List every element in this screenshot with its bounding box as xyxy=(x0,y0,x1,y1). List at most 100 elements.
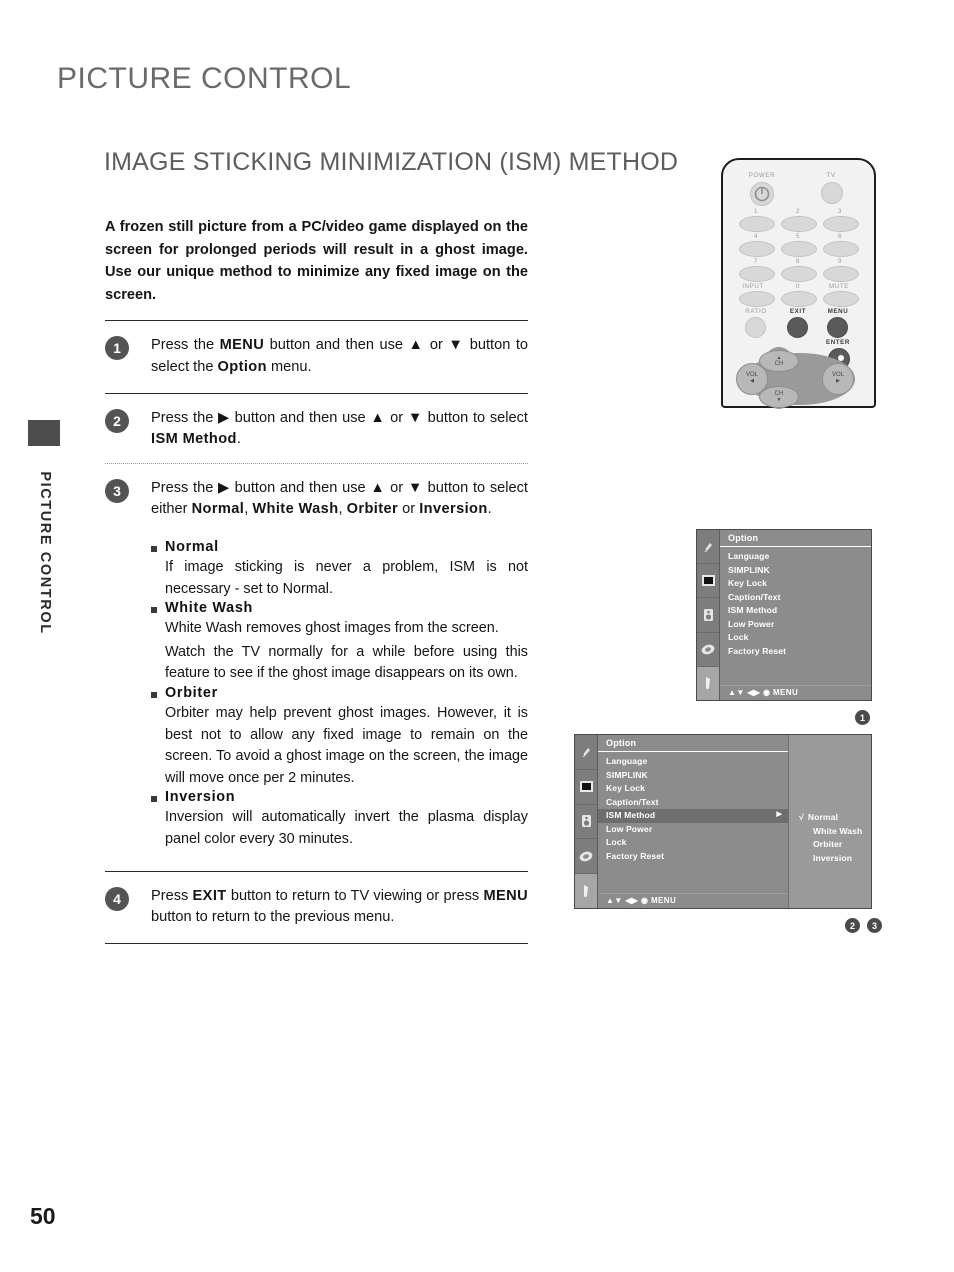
osd2-item-low-power[interactable]: Low Power xyxy=(606,823,788,837)
osd1-footer-hints: ▲▼ ◀▶ ◉ MENU xyxy=(720,685,871,700)
remote-ratio-label: RATIO xyxy=(745,308,767,315)
remote-ratio-button[interactable] xyxy=(745,317,766,338)
remote-key-9-label: 9 xyxy=(837,258,843,265)
osd1-item-caption-text[interactable]: Caption/Text xyxy=(728,591,871,605)
remote-exit-label: EXIT xyxy=(789,308,807,315)
osd1-item-ism-method[interactable]: ISM Method xyxy=(728,604,871,618)
remote-key-0[interactable] xyxy=(781,291,817,307)
mode-inversion-heading: Inversion xyxy=(151,789,528,805)
osd2-submenu-inversion[interactable]: Inversion xyxy=(799,852,862,866)
osd2-main: Option Language SIMPLINK Key Lock Captio… xyxy=(598,735,788,908)
remote-key-1[interactable] xyxy=(739,216,775,232)
remote-input-button[interactable] xyxy=(739,291,775,307)
osd1-step-marker-1: 1 xyxy=(855,710,870,725)
osd1-item-simplink[interactable]: SIMPLINK xyxy=(728,564,871,578)
chevron-right-icon: ▶ xyxy=(776,811,782,819)
remote-key-2[interactable] xyxy=(781,216,817,232)
picture-screen-icon[interactable] xyxy=(697,564,719,599)
checkmark-icon: √ xyxy=(799,812,804,822)
remote-exit-button[interactable] xyxy=(787,317,808,338)
remote-key-9[interactable] xyxy=(823,266,859,282)
remote-key-7[interactable] xyxy=(739,266,775,282)
mode-normal-heading: Normal xyxy=(151,539,528,555)
mode-white-wash-heading: White Wash xyxy=(151,600,528,616)
step-3-text: Press the ▶ button and then use ▲ or ▼ b… xyxy=(151,479,528,518)
osd2-footer-hints: ▲▼ ◀▶ ◉ MENU xyxy=(598,893,788,908)
option-tool-icon-2[interactable] xyxy=(575,874,597,908)
remote-control-illustration: POWER TV 1 2 3 4 5 6 7 8 9 INPUT 0 MUTE … xyxy=(721,158,876,409)
osd1-item-language[interactable]: Language xyxy=(728,550,871,564)
osd2-step-marker-2: 2 xyxy=(845,918,860,933)
osd2-icon-rail xyxy=(575,735,598,908)
remote-mute-button[interactable] xyxy=(823,291,859,307)
osd2-item-caption-text[interactable]: Caption/Text xyxy=(606,796,788,810)
divider-step-1-2 xyxy=(105,392,528,394)
remote-key-6-label: 6 xyxy=(837,233,843,240)
remote-key-7-label: 7 xyxy=(753,258,759,265)
osd1-item-lock[interactable]: Lock xyxy=(728,631,871,645)
osd1-item-factory-reset[interactable]: Factory Reset xyxy=(728,645,871,659)
remote-key-8[interactable] xyxy=(781,266,817,282)
divider-step-4-top xyxy=(105,870,528,872)
option-tool-icon[interactable] xyxy=(697,666,719,701)
osd2-step-marker-row: 2 3 xyxy=(845,918,882,933)
remote-key-3-label: 3 xyxy=(837,208,843,215)
step-2: 2 Press the ▶ button and then use ▲ or ▼… xyxy=(105,408,528,451)
mode-normal-text: If image sticking is never a problem, IS… xyxy=(165,559,528,597)
antenna-icon-2[interactable] xyxy=(575,735,597,770)
osd2-item-lock[interactable]: Lock xyxy=(606,836,788,850)
speaker-audio-icon[interactable] xyxy=(697,598,719,633)
remote-key-5[interactable] xyxy=(781,241,817,257)
mode-white-wash-text-1: White Wash removes ghost images from the… xyxy=(165,620,499,637)
remote-tv-button[interactable] xyxy=(821,182,843,204)
mode-inversion: Inversion Inversion will automatically i… xyxy=(151,789,528,850)
osd2-item-key-lock[interactable]: Key Lock xyxy=(606,782,788,796)
step-4-number: 4 xyxy=(105,886,129,911)
remote-key-2-label: 2 xyxy=(795,208,801,215)
osd2-item-language[interactable]: Language xyxy=(606,755,788,769)
remote-key-3[interactable] xyxy=(823,216,859,232)
mode-inversion-text: Inversion will automatically invert the … xyxy=(165,809,528,848)
mode-white-wash-text-2: Watch the TV normally for a while before… xyxy=(165,643,528,682)
remote-volume-down-button[interactable]: VOL ◀ xyxy=(736,363,768,395)
osd2-item-simplink[interactable]: SIMPLINK xyxy=(606,769,788,783)
step-1-text: Press the MENU button and then use ▲ or … xyxy=(151,337,529,376)
remote-menu-label: MENU xyxy=(827,308,849,315)
remote-power-button[interactable] xyxy=(750,182,774,206)
page-title: PICTURE CONTROL xyxy=(57,62,352,95)
remote-tv-label: TV xyxy=(826,172,836,179)
speaker-audio-icon-2[interactable] xyxy=(575,805,597,840)
remote-channel-down-button[interactable]: CH ▼ xyxy=(759,386,799,408)
remote-mute-label: MUTE xyxy=(829,283,849,290)
mode-orbiter: Orbiter Orbiter may help prevent ghost i… xyxy=(151,685,528,789)
osd2-item-factory-reset[interactable]: Factory Reset xyxy=(606,850,788,864)
remote-key-6[interactable] xyxy=(823,241,859,257)
remote-enter-label: ENTER xyxy=(826,339,850,346)
side-tab-marker xyxy=(28,420,60,446)
osd-ism-method-submenu-step23: Option Language SIMPLINK Key Lock Captio… xyxy=(574,734,872,909)
timer-clock-icon-2[interactable] xyxy=(575,839,597,875)
osd1-item-low-power[interactable]: Low Power xyxy=(728,618,871,632)
osd1-step-marker-row: 1 xyxy=(855,710,870,725)
osd2-submenu-orbiter[interactable]: Orbiter xyxy=(799,838,862,852)
mode-orbiter-text: Orbiter may help prevent ghost images. H… xyxy=(165,705,528,786)
mode-white-wash: White Wash White Wash removes ghost imag… xyxy=(151,600,528,685)
osd2-submenu-white-wash[interactable]: White Wash xyxy=(799,825,862,839)
antenna-icon[interactable] xyxy=(697,530,719,565)
osd2-item-list: Language SIMPLINK Key Lock Caption/Text … xyxy=(598,752,788,893)
remote-key-4[interactable] xyxy=(739,241,775,257)
remote-menu-button[interactable] xyxy=(827,317,848,338)
page-number: 50 xyxy=(30,1203,56,1229)
remote-power-label: POWER xyxy=(748,172,776,179)
step-4-text: Press EXIT button to return to TV viewin… xyxy=(151,887,529,926)
remote-volume-up-button[interactable]: VOL ▶ xyxy=(822,363,854,395)
osd1-item-key-lock[interactable]: Key Lock xyxy=(728,577,871,591)
picture-screen-icon-2[interactable] xyxy=(575,770,597,805)
remote-key-5-label: 5 xyxy=(795,233,801,240)
osd-option-menu-step1: Option Language SIMPLINK Key Lock Captio… xyxy=(696,529,872,701)
osd2-item-ism-method[interactable]: ISM Method ▶ xyxy=(598,809,788,823)
step-3: 3 Press the ▶ button and then use ▲ or ▼… xyxy=(105,478,528,521)
osd2-submenu-normal-label: Normal xyxy=(807,812,839,822)
osd2-submenu-normal[interactable]: √ Normal xyxy=(799,811,862,825)
timer-clock-icon[interactable] xyxy=(697,633,719,667)
